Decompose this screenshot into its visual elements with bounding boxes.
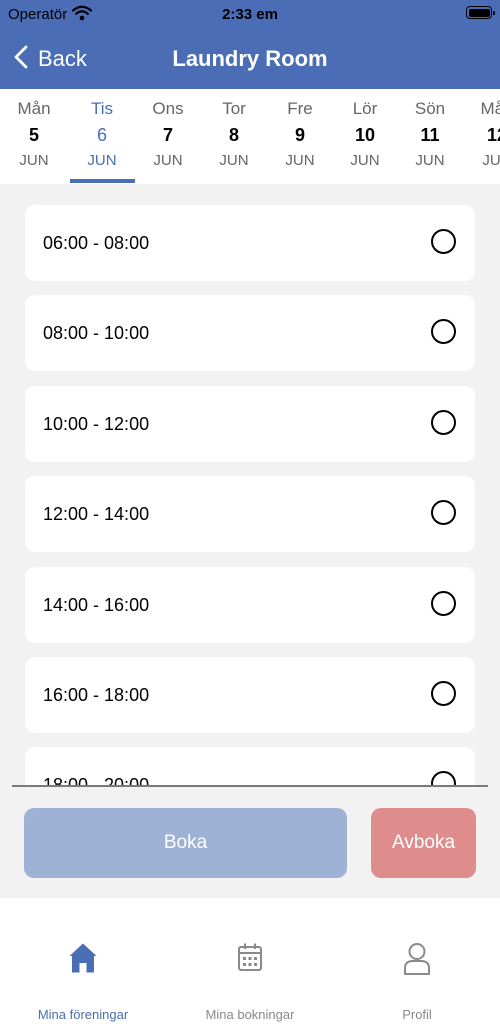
tab-mina-foreningar[interactable]: Mina föreningar bbox=[0, 898, 166, 1024]
selected-day-indicator bbox=[70, 179, 135, 183]
status-time: 2:33 em bbox=[222, 6, 278, 23]
day-number: 10 bbox=[354, 125, 376, 145]
day-month: JUN bbox=[19, 152, 49, 169]
day-month: JUN bbox=[482, 152, 500, 169]
day-weekday: Mån bbox=[480, 99, 500, 118]
radio-button[interactable] bbox=[431, 500, 456, 525]
page-title: Laundry Room bbox=[172, 46, 328, 71]
time-slot[interactable]: 12:00 - 14:00 bbox=[25, 476, 475, 552]
day-month: JUN bbox=[87, 152, 117, 169]
day-weekday: Ons bbox=[152, 99, 184, 118]
radio-button[interactable] bbox=[431, 229, 456, 254]
calendar-icon bbox=[237, 942, 263, 977]
header: Operatör 2:33 em Back Laundry Room bbox=[0, 0, 500, 89]
list-divider bbox=[12, 785, 488, 787]
radio-button[interactable] bbox=[431, 681, 456, 706]
day-item[interactable]: Lör 10 JUN bbox=[332, 89, 398, 184]
status-bar: Operatör 2:33 em bbox=[0, 0, 500, 30]
day-month: JUN bbox=[219, 152, 249, 169]
tab-mina-bokningar[interactable]: Mina bokningar bbox=[167, 898, 333, 1024]
cancel-booking-button[interactable]: Avboka bbox=[371, 808, 476, 878]
tab-label: Profil bbox=[402, 1007, 432, 1022]
day-number: 7 bbox=[162, 125, 173, 145]
tab-profil[interactable]: Profil bbox=[334, 898, 500, 1024]
day-month: JUN bbox=[415, 152, 445, 169]
time-slot-label: 16:00 - 18:00 bbox=[43, 685, 150, 705]
day-item[interactable]: Sön 11 JUN bbox=[397, 89, 463, 184]
day-number: 6 bbox=[96, 125, 107, 145]
time-slot[interactable]: 10:00 - 12:00 bbox=[25, 386, 475, 462]
radio-button[interactable] bbox=[431, 319, 456, 344]
time-slot-label: 18:00 - 20:00 bbox=[43, 775, 150, 785]
tab-bar: Mina föreningar Mina bokningar Profil bbox=[0, 898, 500, 1024]
day-item[interactable]: Ons 7 JUN bbox=[135, 89, 201, 184]
radio-button[interactable] bbox=[431, 410, 456, 435]
day-weekday: Tis bbox=[90, 99, 114, 118]
time-slot-label: 06:00 - 08:00 bbox=[43, 233, 150, 253]
tab-label: Mina bokningar bbox=[205, 1007, 295, 1022]
time-slot-label: 12:00 - 14:00 bbox=[43, 504, 150, 524]
day-number: 8 bbox=[228, 125, 239, 145]
time-slot[interactable]: 08:00 - 10:00 bbox=[25, 295, 475, 371]
day-item[interactable]: Mån 5 JUN bbox=[1, 89, 67, 184]
time-slot[interactable]: 14:00 - 16:00 bbox=[25, 567, 475, 643]
time-slot[interactable]: 06:00 - 08:00 bbox=[25, 205, 475, 281]
user-icon bbox=[403, 942, 431, 981]
day-item[interactable]: Tor 8 JUN bbox=[201, 89, 267, 184]
day-number: 9 bbox=[294, 125, 305, 145]
radio-button[interactable] bbox=[431, 771, 456, 785]
day-month: JUN bbox=[153, 152, 183, 169]
date-selector: Mån 5 JUN Tis 6 JUN Ons 7 JUN Tor 8 JUN … bbox=[0, 89, 500, 184]
day-month: JUN bbox=[285, 152, 315, 169]
time-slot-label: 14:00 - 16:00 bbox=[43, 595, 150, 615]
day-number: 5 bbox=[28, 125, 39, 145]
time-slot-label: 08:00 - 10:00 bbox=[43, 323, 150, 343]
day-item[interactable]: Mån 12 JUN bbox=[464, 89, 500, 184]
day-weekday: Lör bbox=[352, 99, 378, 118]
day-number: 12 bbox=[486, 125, 500, 145]
day-weekday: Fre bbox=[287, 99, 313, 118]
time-slot-list[interactable]: 06:00 - 08:00 08:00 - 10:00 10:00 - 12:0… bbox=[0, 184, 500, 785]
radio-button[interactable] bbox=[431, 591, 456, 616]
book-button[interactable]: Boka bbox=[24, 808, 347, 878]
time-slot-label: 10:00 - 12:00 bbox=[43, 414, 150, 434]
home-icon bbox=[68, 942, 98, 979]
battery-icon bbox=[466, 6, 495, 19]
day-weekday: Mån bbox=[17, 99, 51, 118]
day-weekday: Tor bbox=[222, 99, 246, 118]
day-month: JUN bbox=[350, 152, 380, 169]
day-item-selected[interactable]: Tis 6 JUN bbox=[69, 89, 135, 184]
day-weekday: Sön bbox=[414, 99, 446, 118]
time-slot[interactable]: 18:00 - 20:00 bbox=[25, 747, 475, 785]
day-number: 11 bbox=[420, 125, 440, 145]
tab-label: Mina föreningar bbox=[37, 1007, 129, 1022]
time-slot[interactable]: 16:00 - 18:00 bbox=[25, 657, 475, 733]
day-item[interactable]: Fre 9 JUN bbox=[267, 89, 333, 184]
